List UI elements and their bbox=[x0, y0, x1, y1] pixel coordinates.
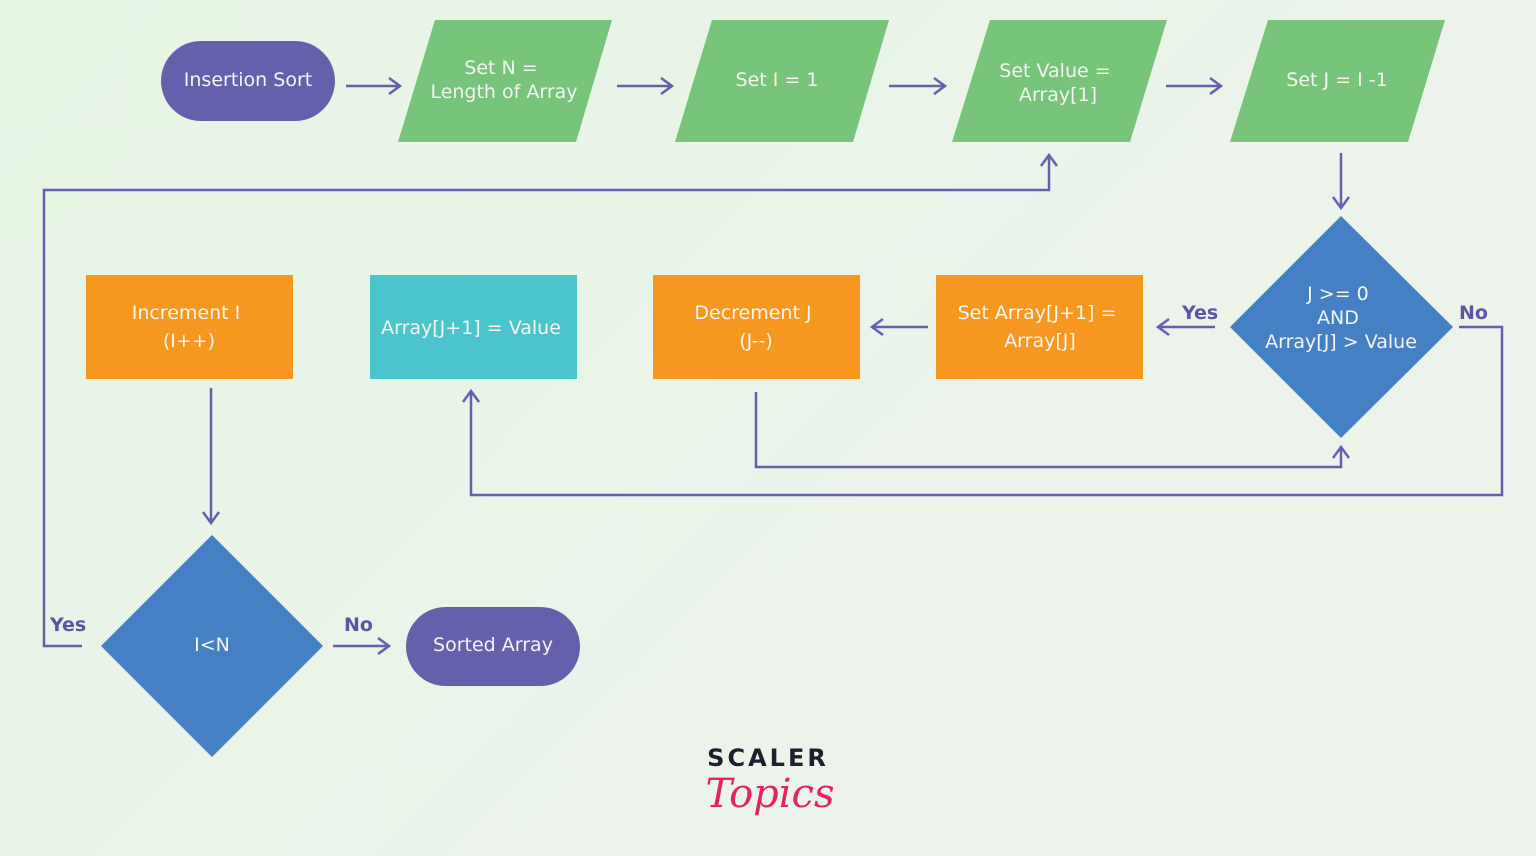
node-text: Set J = I -1 bbox=[1286, 69, 1387, 91]
node-set-j: Set J = I -1 bbox=[1230, 20, 1445, 142]
node-line: Increment I bbox=[132, 302, 241, 324]
node-cond-j: J >= 0 AND Array[J] > Value bbox=[1230, 216, 1453, 438]
node-increment: Increment I (I++) bbox=[86, 275, 293, 379]
flowchart: Yes No Yes No Insertion Sort Set N = Len… bbox=[42, 20, 1504, 817]
node-line: Array[J] bbox=[1004, 330, 1076, 352]
node-text: Sorted Array bbox=[433, 634, 553, 656]
node-line: Array[J+1] = Value bbox=[381, 317, 561, 339]
node-end: Sorted Array bbox=[406, 607, 580, 686]
logo-topics-text: Topics bbox=[706, 771, 835, 817]
node-line: Array[1] bbox=[1019, 84, 1097, 106]
node-line: (I++) bbox=[163, 330, 215, 352]
node-set-n: Set N = Length of Array bbox=[398, 20, 612, 142]
node-line: Set N = bbox=[464, 57, 537, 79]
node-cond-i: I<N bbox=[101, 535, 323, 757]
node-line: Array[J] > Value bbox=[1265, 331, 1417, 353]
node-text: Array[J+1] = Value bbox=[381, 317, 561, 339]
node-line: AND bbox=[1317, 307, 1359, 329]
node-start: Insertion Sort bbox=[161, 41, 335, 121]
node-set-i: Set I = 1 bbox=[675, 20, 889, 142]
node-line: Insertion Sort bbox=[184, 69, 312, 91]
label-cond-i-no: No bbox=[344, 614, 373, 636]
node-line: (J--) bbox=[739, 330, 772, 352]
node-line: I<N bbox=[194, 634, 230, 656]
process-shape bbox=[936, 275, 1143, 379]
node-line: Sorted Array bbox=[433, 634, 553, 656]
label-cond-j-no: No bbox=[1459, 302, 1488, 324]
edge-decrement-to-cond-j bbox=[754, 392, 1351, 469]
node-text: I<N bbox=[194, 634, 230, 656]
node-text: Set I = 1 bbox=[736, 69, 819, 91]
label-cond-i-yes: Yes bbox=[49, 614, 86, 636]
node-decrement: Decrement J (J--) bbox=[653, 275, 860, 379]
scaler-topics-logo: SCALER Topics bbox=[706, 744, 835, 817]
label-cond-j-yes: Yes bbox=[1181, 302, 1218, 324]
node-line: Set Value = bbox=[999, 60, 1110, 82]
process-shape bbox=[86, 275, 293, 379]
node-line: Set J = I -1 bbox=[1286, 69, 1387, 91]
node-set-value: Set Value = Array[1] bbox=[952, 20, 1167, 142]
node-line: Decrement J bbox=[694, 302, 811, 324]
logo-scaler-text: SCALER bbox=[707, 744, 829, 772]
node-shift: Set Array[J+1] = Array[J] bbox=[936, 275, 1143, 379]
node-text: Insertion Sort bbox=[184, 69, 312, 91]
node-line: J >= 0 bbox=[1306, 283, 1369, 305]
node-line: Set Array[J+1] = bbox=[958, 302, 1117, 324]
node-line: Set I = 1 bbox=[736, 69, 819, 91]
process-shape bbox=[653, 275, 860, 379]
node-assign: Array[J+1] = Value bbox=[370, 275, 577, 379]
node-line: Length of Array bbox=[430, 81, 577, 103]
